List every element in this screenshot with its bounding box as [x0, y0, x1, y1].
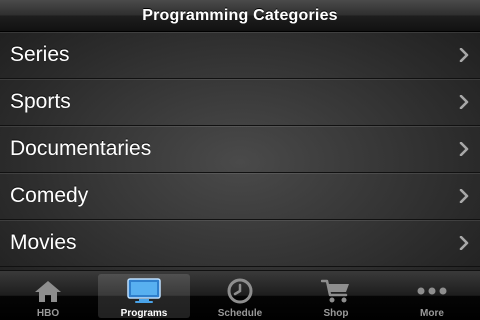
- tab-label: Programs: [120, 308, 168, 319]
- tab-programs[interactable]: Programs: [98, 274, 190, 319]
- page-title: Programming Categories: [142, 6, 338, 24]
- category-row-series[interactable]: Series: [0, 32, 480, 79]
- home-icon: [31, 277, 65, 305]
- tab-hbo[interactable]: HBO: [0, 271, 96, 320]
- more-dots-icon: [415, 277, 449, 305]
- chevron-right-icon: [459, 189, 469, 203]
- tab-label: Shop: [323, 308, 349, 319]
- category-label: Comedy: [10, 184, 89, 207]
- tab-label: More: [420, 308, 444, 319]
- clock-icon: [223, 277, 257, 305]
- app-screen: Programming Categories Series Sports Doc…: [0, 0, 480, 320]
- cart-icon: [319, 277, 353, 305]
- category-row-movies[interactable]: Movies: [0, 220, 480, 267]
- tab-schedule[interactable]: Schedule: [192, 271, 288, 320]
- chevron-right-icon: [459, 142, 469, 156]
- tab-label: Schedule: [217, 308, 263, 319]
- category-label: Series: [10, 43, 70, 66]
- category-label: Documentaries: [10, 137, 152, 160]
- tab-more[interactable]: More: [384, 271, 480, 320]
- category-row-documentaries[interactable]: Documentaries: [0, 126, 480, 173]
- tv-icon: [127, 277, 161, 305]
- category-label: Sports: [10, 90, 71, 113]
- navigation-bar: Programming Categories: [0, 0, 480, 32]
- category-row-sports[interactable]: Sports: [0, 79, 480, 126]
- tab-bar: HBO Programs Schedule Shop More: [0, 270, 480, 320]
- chevron-right-icon: [459, 236, 469, 250]
- chevron-right-icon: [459, 48, 469, 62]
- tab-shop[interactable]: Shop: [288, 271, 384, 320]
- chevron-right-icon: [459, 95, 469, 109]
- category-label: Movies: [10, 231, 77, 254]
- category-row-comedy[interactable]: Comedy: [0, 173, 480, 220]
- tab-label: HBO: [36, 308, 60, 319]
- category-list: Series Sports Documentaries Comedy Movie…: [0, 32, 480, 270]
